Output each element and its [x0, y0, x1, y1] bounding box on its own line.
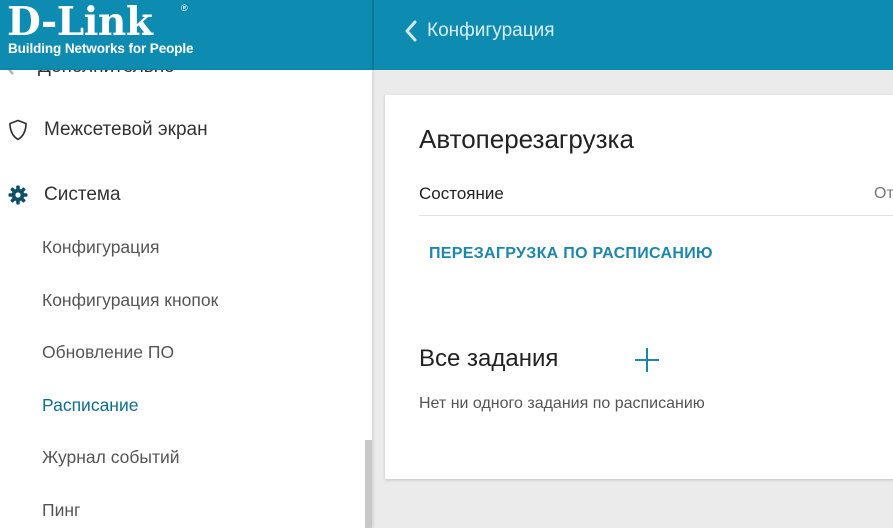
- back-button[interactable]: Конфигурация: [404, 16, 555, 46]
- header-divider: [372, 0, 374, 70]
- gear-icon: [7, 184, 29, 206]
- sidebar-subitem-label: Обновление ПО: [42, 341, 175, 362]
- plus-icon: [635, 348, 659, 372]
- sidebar: Дополнительно Межсетевой экран Система: [0, 70, 372, 528]
- sidebar-item-system[interactable]: Система: [0, 180, 121, 210]
- sidebar-subitem-button-configuration[interactable]: Конфигурация кнопок: [42, 285, 218, 315]
- top-header: D-Link ® Building Networks for People Ко…: [0, 0, 893, 70]
- sidebar-subitem-label: Пинг: [42, 499, 81, 520]
- sidebar-subitem-label: Расписание: [42, 394, 139, 415]
- add-task-button[interactable]: [633, 346, 661, 374]
- dlink-logo[interactable]: D-Link ® Building Networks for People: [0, 0, 196, 64]
- sidebar-subitem-configuration[interactable]: Конфигурация: [42, 232, 159, 262]
- status-label: Состояние: [419, 184, 504, 203]
- sidebar-subitem-firmware-update[interactable]: Обновление ПО: [42, 337, 174, 367]
- sidebar-subitem-schedule[interactable]: Расписание: [42, 390, 138, 420]
- sidebar-item-label: Межсетевой экран: [44, 119, 208, 140]
- sidebar-item-label: Система: [44, 184, 121, 205]
- sidebar-subitem-event-log[interactable]: Журнал событий: [42, 442, 180, 472]
- sidebar-item-label: Дополнительно: [38, 70, 175, 78]
- status-value[interactable]: От: [874, 185, 893, 203]
- sidebar-item-firewall[interactable]: Межсетевой экран: [0, 115, 208, 145]
- sidebar-subitem-label: Конфигурация кнопок: [42, 289, 219, 310]
- arrows-icon: [4, 70, 26, 78]
- logo-wordmark: D-Link: [7, 0, 153, 45]
- status-row: Состояние От: [419, 179, 893, 216]
- autoreboot-card: Автоперезагрузка Состояние От ПЕРЕЗАГРУЗ…: [385, 95, 893, 479]
- logo-registered-mark: ®: [181, 3, 188, 13]
- sidebar-subitem-ping[interactable]: Пинг: [42, 495, 80, 525]
- sidebar-item-advanced[interactable]: Дополнительно: [0, 70, 175, 82]
- all-tasks-heading: Все задания: [419, 345, 559, 372]
- sidebar-subitem-label: Журнал событий: [42, 446, 180, 467]
- sidebar-scrollbar[interactable]: [365, 440, 372, 528]
- scheduled-reboot-button[interactable]: ПЕРЕЗАГРУЗКА ПО РАСПИСАНИЮ: [429, 245, 713, 263]
- page-title: Автоперезагрузка: [419, 124, 634, 154]
- logo-tagline: Building Networks for People: [8, 41, 194, 56]
- chevron-left-icon: [405, 20, 417, 42]
- empty-tasks-message: Нет ни одного задания по расписанию: [419, 395, 705, 412]
- back-label: Конфигурация: [427, 20, 555, 41]
- shield-icon: [7, 119, 29, 141]
- sidebar-subitem-label: Конфигурация: [42, 236, 160, 257]
